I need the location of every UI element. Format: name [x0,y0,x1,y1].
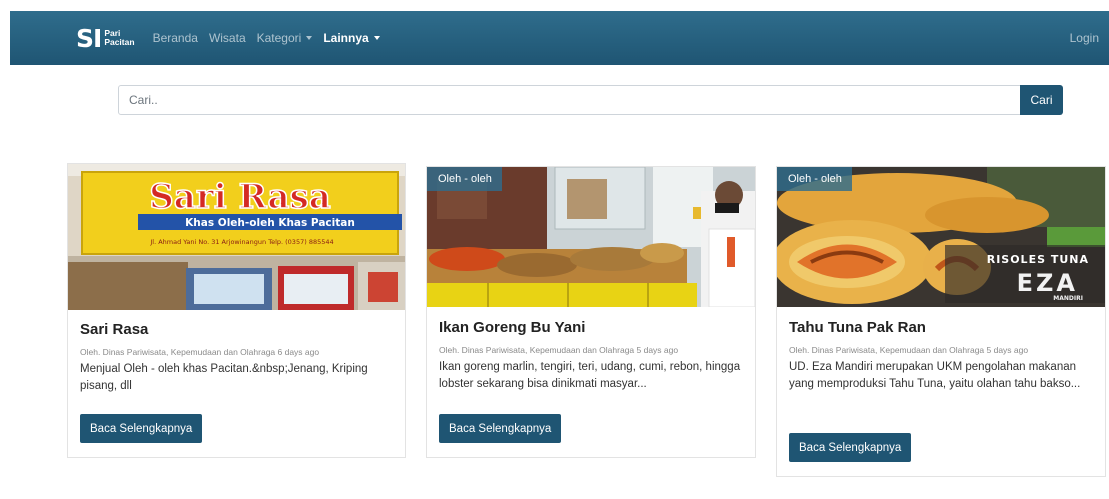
category-badge: Oleh - oleh [777,167,852,191]
card-body: Ikan Goreng Bu Yani Oleh. Dinas Pariwisa… [439,319,745,393]
product-text-sub: MANDIRI [1053,295,1083,302]
login-link[interactable]: Login [1070,31,1099,45]
nav-link-label: Kategori [256,31,302,45]
caret-down-icon [373,36,380,40]
nav-links: Beranda Wisata Kategori Lainnya [153,31,391,45]
read-more-button[interactable]: Baca Selengkapnya [439,414,562,443]
navbar: SI Pari Pacitan Beranda Wisata Kategori … [10,11,1109,65]
card-body: Sari Rasa Oleh. Dinas Pariwisata, Kepemu… [80,321,395,395]
nav-link-wisata[interactable]: Wisata [209,31,246,45]
card-title[interactable]: Ikan Goreng Bu Yani [439,319,745,336]
card-meta: Oleh. Dinas Pariwisata, Kepemudaan dan O… [789,345,1029,355]
nav-link-label: Wisata [208,31,246,45]
card-description: Ikan goreng marlin, tengiri, teri, udang… [439,361,741,390]
card-meta: Oleh. Dinas Pariwisata, Kepemudaan dan O… [80,347,320,357]
card-sari-rasa: Sari Rasa Khas Oleh-oleh Khas Pacitan Jl… [67,163,406,458]
nav-link-label: Lainnya [323,31,369,45]
sign-text-subtitle: Khas Oleh-oleh Khas Pacitan [185,217,355,229]
brand-line-2: Pacitan [104,37,135,47]
card-meta: Oleh. Dinas Pariwisata, Kepemudaan dan O… [439,345,679,355]
product-text-name: RISOLES TUNA [987,253,1089,266]
caret-down-icon [306,36,313,40]
shop-sign-image: Sari Rasa Khas Oleh-oleh Khas Pacitan Jl… [68,164,405,310]
nav-dropdown-kategori[interactable]: Kategori [257,31,313,45]
search-button[interactable]: Cari [1020,85,1063,115]
brand-logo[interactable]: SI Pari Pacitan [76,26,135,51]
sign-text-address: Jl. Ahmad Yani No. 31 Arjowinangun Telp.… [149,238,333,246]
read-more-button[interactable]: Baca Selengkapnya [80,414,203,443]
card-ikan-goreng-bu-yani: Oleh - oleh Ikan Goreng Bu Yani Oleh. Di… [426,166,756,458]
sign-text-title: Sari Rasa [149,177,331,217]
product-text-brand: EZA [1017,269,1078,297]
nav-dropdown-lainnya[interactable]: Lainnya [323,31,380,45]
card-image-sari-rasa[interactable]: Sari Rasa Khas Oleh-oleh Khas Pacitan Jl… [68,164,405,310]
card-tahu-tuna-pak-ran: RISOLES TUNA EZA MANDIRI Oleh - oleh Tah… [776,166,1106,477]
category-badge: Oleh - oleh [427,167,502,191]
card-title[interactable]: Tahu Tuna Pak Ran [789,319,1095,336]
card-title[interactable]: Sari Rasa [80,321,395,338]
card-description: UD. Eza Mandiri merupakan UKM pengolahan… [789,361,1081,390]
nav-link-beranda[interactable]: Beranda [153,31,198,45]
card-body: Tahu Tuna Pak Ran Oleh. Dinas Pariwisata… [789,319,1095,393]
read-more-button[interactable]: Baca Selengkapnya [789,433,912,462]
card-description: Menjual Oleh - oleh khas Pacitan.&nbsp;J… [80,363,368,392]
brand-subtitle: Pari Pacitan [104,29,134,47]
brand-mark: SI [76,23,102,53]
nav-link-label: Beranda [152,31,198,45]
search-input[interactable] [118,85,1021,115]
